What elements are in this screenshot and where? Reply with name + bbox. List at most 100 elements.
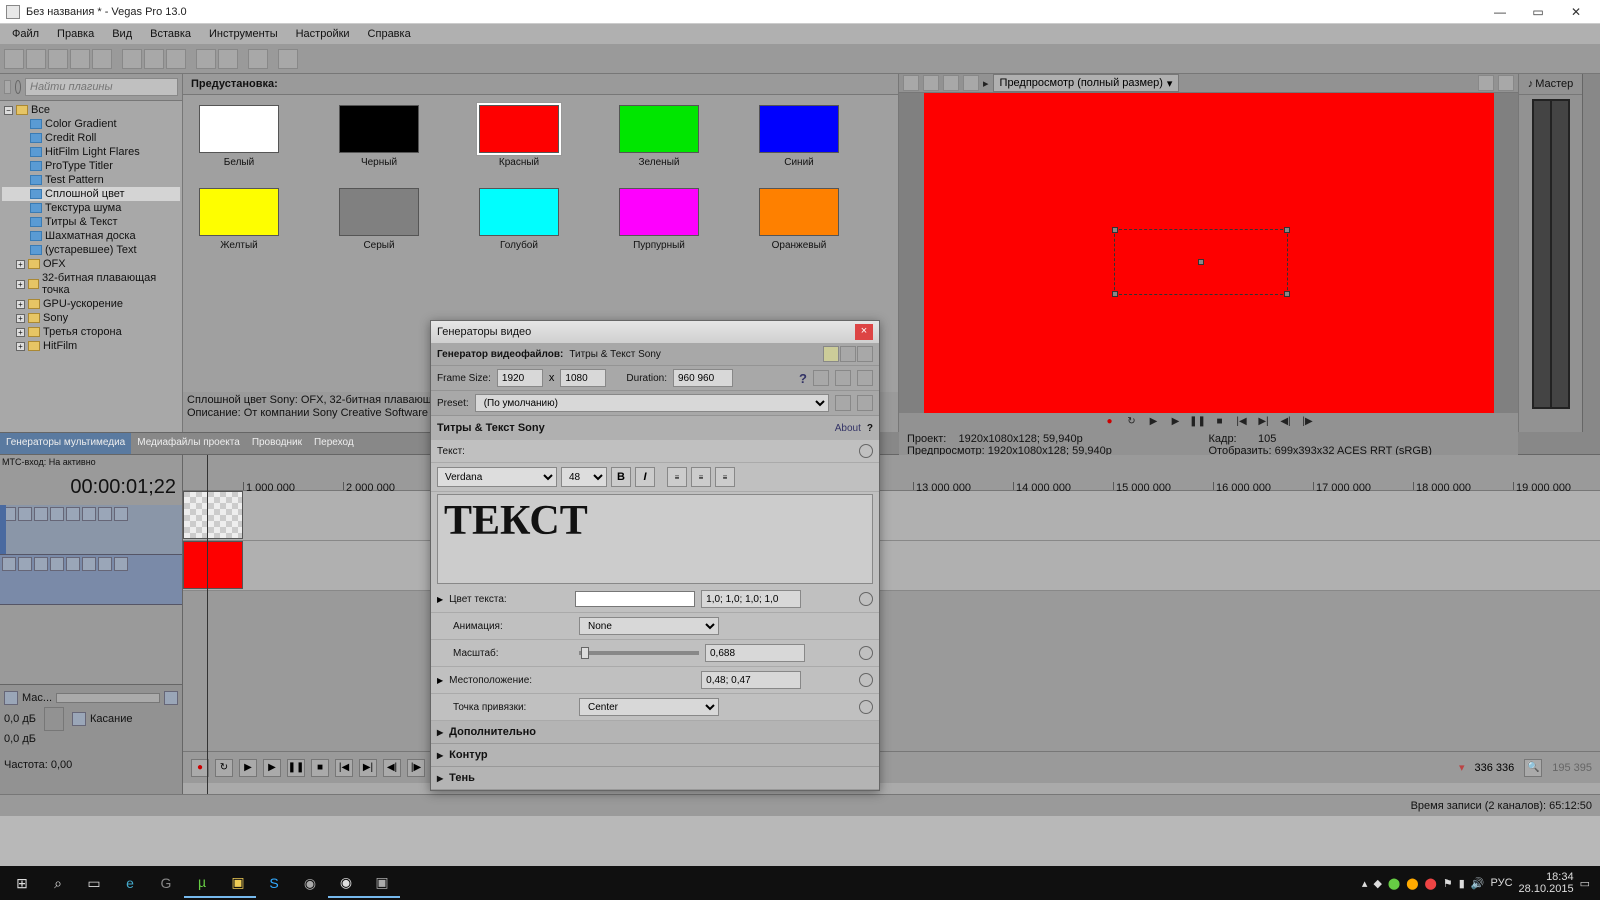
expand-shadow[interactable]: ▶Тень [431, 767, 879, 790]
tree-folder[interactable]: Sony [43, 312, 68, 324]
bl-mute-icon[interactable] [164, 691, 178, 705]
bl-slider[interactable] [56, 693, 160, 703]
preset-item[interactable]: Оранжевый [759, 188, 839, 251]
th-fx-icon[interactable] [34, 557, 48, 571]
tree-expand-icon[interactable]: + [16, 314, 25, 323]
tray-icon[interactable]: ⚑ [1443, 877, 1453, 890]
dialog-close-button[interactable]: × [855, 324, 873, 340]
keyframe-icon[interactable] [859, 700, 873, 714]
refresh-icon[interactable] [4, 80, 11, 94]
menu-tools[interactable]: Инструменты [201, 26, 286, 42]
position-value[interactable]: 0,48; 0,47 [701, 671, 801, 689]
pv-goend-icon[interactable]: ▶| [1256, 413, 1272, 429]
frame-width-input[interactable] [497, 369, 543, 387]
edge-icon[interactable]: e [112, 868, 148, 898]
expand-additional[interactable]: ▶Дополнительно [431, 721, 879, 744]
tree-root[interactable]: Все [31, 104, 50, 116]
keyframe-icon[interactable] [859, 646, 873, 660]
preview-quality-dropdown[interactable]: Предпросмотр (полный размер) ▾ [993, 74, 1180, 92]
preset-item[interactable]: Пурпурный [619, 188, 699, 251]
tree-item[interactable]: Credit Roll [45, 132, 96, 144]
vegas-icon[interactable]: ▣ [364, 868, 400, 898]
preset-item[interactable]: Черный [339, 105, 419, 168]
tree-expand-icon[interactable]: + [16, 280, 25, 289]
pv-split-icon[interactable] [923, 75, 939, 91]
preset-delete-icon[interactable] [857, 395, 873, 411]
maximize-button[interactable]: ▭ [1520, 2, 1556, 22]
tray-network-icon[interactable]: ▮ [1459, 877, 1465, 890]
search-icon[interactable]: ⌕ [40, 868, 76, 898]
tree-item[interactable]: HitFilm Light Flares [45, 146, 140, 158]
pv-copy-icon[interactable] [1478, 75, 1494, 91]
color-swatch[interactable] [575, 591, 695, 607]
timecode-display[interactable]: 00:00:01;22 [0, 469, 182, 505]
tree-expand-icon[interactable]: + [16, 300, 25, 309]
fontsize-dropdown[interactable]: 48 [561, 467, 607, 487]
expand-outline[interactable]: ▶Контур [431, 744, 879, 767]
steam-icon[interactable]: ◉ [292, 868, 328, 898]
timeline-ruler[interactable]: 1 000 0002 000 0003 000 00012 000 00013 … [183, 455, 1600, 491]
utorrent-icon[interactable]: µ [184, 868, 220, 898]
preset-item[interactable]: Голубой [479, 188, 559, 251]
tray-up-icon[interactable]: ▴ [1362, 877, 1368, 890]
taskview-icon[interactable]: ▭ [76, 868, 112, 898]
tree-folder[interactable]: OFX [43, 258, 66, 270]
tree-item[interactable]: Титры & Текст [45, 216, 118, 228]
th-number-icon[interactable] [2, 557, 16, 571]
pv-record-icon[interactable]: ● [1102, 413, 1118, 429]
preset-item[interactable]: Синий [759, 105, 839, 168]
th-compmode-icon[interactable] [98, 507, 112, 521]
preset-dropdown[interactable]: (По умолчанию) [475, 394, 829, 412]
add-chain-icon[interactable] [813, 370, 829, 386]
pv-gostart-icon[interactable]: |◀ [1234, 413, 1250, 429]
tb-paste-icon[interactable] [166, 49, 186, 69]
scale-slider[interactable] [579, 651, 699, 655]
duration-input[interactable] [673, 369, 733, 387]
plugin-search-input[interactable] [25, 78, 178, 96]
help-icon[interactable]: ? [799, 371, 807, 386]
list-view-icon[interactable] [840, 346, 856, 362]
bl-touch-icon[interactable] [72, 712, 86, 726]
menu-settings[interactable]: Настройки [288, 26, 358, 42]
th-fx-icon[interactable] [34, 507, 48, 521]
tb-save-icon[interactable] [48, 49, 68, 69]
tree-expand-icon[interactable]: + [16, 342, 25, 351]
preset-save-icon[interactable] [835, 395, 851, 411]
menu-edit[interactable]: Правка [49, 26, 102, 42]
tree-item[interactable]: ProType Titler [45, 160, 113, 172]
menu-insert[interactable]: Вставка [142, 26, 199, 42]
chrome-icon[interactable]: ◉ [328, 868, 364, 898]
tr-loop-icon[interactable]: ↻ [215, 759, 233, 777]
animation-dropdown[interactable]: None [579, 617, 719, 635]
timeline-body[interactable]: 1 000 0002 000 0003 000 00012 000 00013 … [183, 455, 1600, 794]
pv-nextframe-icon[interactable]: |▶ [1300, 413, 1316, 429]
right-docker[interactable] [1582, 74, 1600, 432]
menu-view[interactable]: Вид [104, 26, 140, 42]
th-bypass-icon[interactable] [18, 507, 32, 521]
tb-cut-icon[interactable] [122, 49, 142, 69]
tb-snap-icon[interactable] [248, 49, 268, 69]
align-center-icon[interactable]: ≡ [691, 467, 711, 487]
pv-stop-icon[interactable]: ■ [1212, 413, 1228, 429]
expand-icon[interactable]: ▶ [437, 595, 443, 604]
align-right-icon[interactable]: ≡ [715, 467, 735, 487]
video-track-header[interactable] [0, 505, 182, 555]
preview-canvas[interactable] [924, 93, 1494, 413]
tr-prev-icon[interactable]: ◀| [383, 759, 401, 777]
explorer-icon[interactable]: ▣ [220, 868, 256, 898]
keyframe-icon[interactable] [859, 592, 873, 606]
tray-icon[interactable]: ⬤ [1406, 877, 1418, 890]
grid-view-icon[interactable] [857, 346, 873, 362]
text-input[interactable]: ТЕКСТ [437, 494, 873, 584]
pv-overlay-icon[interactable] [943, 75, 959, 91]
tb-copy-icon[interactable] [144, 49, 164, 69]
th-solo-icon[interactable] [82, 557, 96, 571]
tb-marker-icon[interactable] [278, 49, 298, 69]
tb-redo-icon[interactable] [218, 49, 238, 69]
bl-track-icon[interactable] [4, 691, 18, 705]
section-help-icon[interactable]: ? [867, 423, 873, 434]
tb-render-icon[interactable] [70, 49, 90, 69]
tray-icon[interactable]: ◆ [1373, 877, 1381, 890]
tree-item-selected[interactable]: Сплошной цвет [45, 188, 125, 200]
scale-value[interactable]: 0,688 [705, 644, 805, 662]
